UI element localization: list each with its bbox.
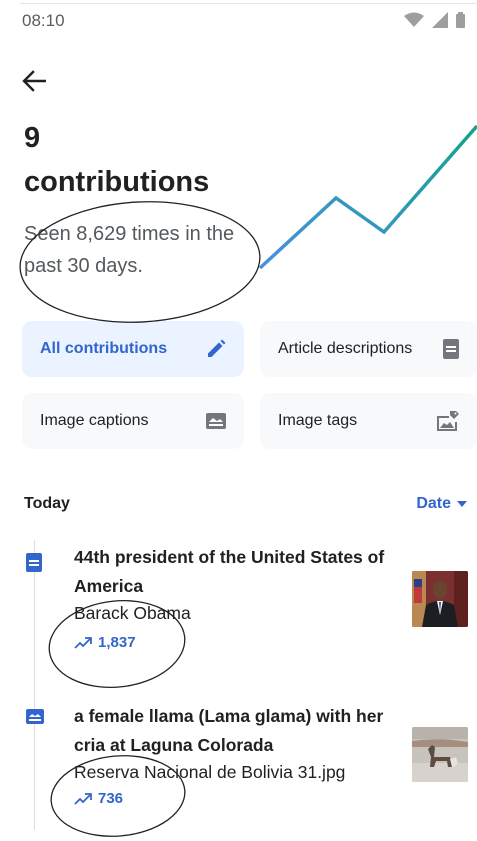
signal-icon — [432, 12, 448, 28]
filter-image-captions[interactable]: Image captions — [22, 393, 244, 449]
date-sort-button[interactable]: Date — [416, 495, 467, 513]
contribution-subtitle: Barack Obama — [74, 603, 191, 623]
filter-label: All contributions — [40, 340, 168, 357]
filter-all-contributions[interactable]: All contributions — [22, 321, 244, 377]
trend-graph — [258, 124, 477, 270]
trending-up-icon — [74, 636, 92, 649]
status-icons — [404, 12, 465, 28]
filter-label: Image tags — [278, 412, 358, 429]
trend-line — [258, 124, 477, 270]
views-count: 736 — [98, 790, 124, 807]
caret-down-icon — [457, 501, 467, 507]
wifi-icon — [404, 12, 424, 27]
image-caption-icon — [206, 413, 226, 429]
filter-label: Image captions — [40, 412, 149, 429]
battery-icon — [456, 12, 465, 28]
image-tag-icon — [437, 411, 459, 431]
filter-article-descriptions[interactable]: Article descriptions — [260, 321, 477, 377]
views-summary: Seen 8,629 times in the past 30 days. — [24, 223, 235, 277]
filter-image-tags[interactable]: Image tags — [260, 393, 477, 449]
section-title: Today — [24, 495, 70, 512]
timeline-line — [34, 540, 35, 830]
contribution-title: a female llama (Lama glama) with her cri… — [74, 706, 384, 755]
contribution-subtitle: Reserva Nacional de Bolivia 31.jpg — [74, 762, 346, 782]
sort-label: Date — [416, 495, 451, 512]
contribution-count: 9 — [24, 122, 41, 154]
contribution-thumbnail — [412, 571, 468, 627]
status-bar: 08:10 — [0, 0, 477, 40]
filter-label: Article descriptions — [278, 340, 413, 357]
image-caption-icon — [26, 709, 44, 724]
arrow-back-icon — [22, 70, 46, 92]
pencil-icon — [206, 339, 226, 359]
contribution-thumbnail — [412, 727, 468, 782]
status-time: 08:10 — [22, 11, 65, 30]
trending-up-icon — [74, 792, 92, 805]
contribution-title: 44th president of the United States of A… — [74, 547, 385, 596]
back-button[interactable] — [22, 66, 58, 96]
document-icon — [443, 339, 459, 359]
contribution-views: 1,837 — [74, 634, 136, 651]
document-icon — [26, 553, 42, 572]
contribution-count-label: contributions — [24, 166, 210, 198]
views-count: 1,837 — [98, 634, 136, 651]
contribution-views: 736 — [74, 790, 123, 807]
